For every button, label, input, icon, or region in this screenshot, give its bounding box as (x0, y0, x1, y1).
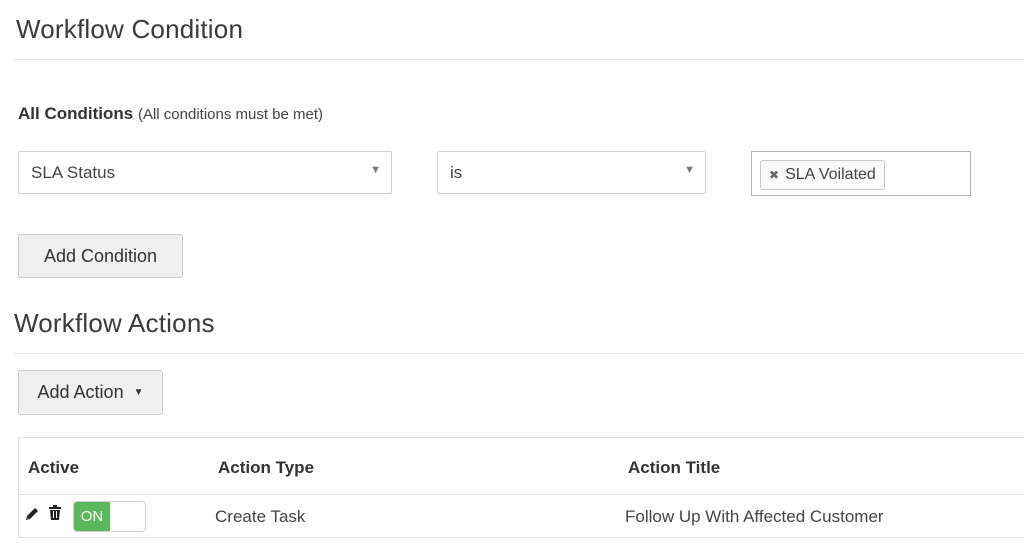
divider (14, 59, 1024, 60)
caret-down-icon: ▼ (133, 387, 144, 398)
all-conditions-label: All Conditions (18, 104, 134, 123)
trash-icon[interactable] (48, 505, 64, 521)
condition-field-select[interactable]: SLA Status ▼ (18, 151, 392, 194)
column-header-action-title: Action Title (628, 458, 721, 477)
column-header-action-type: Action Type (218, 458, 315, 477)
table-header: Active Action Type Action Title (19, 438, 1024, 495)
actions-table: Active Action Type Action Title ON Creat… (18, 437, 1024, 538)
table-row: ON Create Task Follow Up With Affected C… (19, 495, 1024, 538)
pencil-icon[interactable] (24, 506, 40, 522)
value-tag-label: SLA Voilated (785, 166, 876, 183)
condition-value-input[interactable]: ✖ SLA Voilated (751, 151, 971, 196)
workflow-condition-title: Workflow Condition (16, 14, 244, 44)
caret-down-icon: ▼ (684, 164, 695, 176)
add-action-label: Add Action (37, 382, 124, 402)
add-action-button[interactable]: Add Action ▼ (18, 370, 163, 415)
divider (14, 353, 1024, 354)
all-conditions-sub: (All conditions must be met) (137, 106, 324, 123)
workflow-actions-title: Workflow Actions (14, 308, 215, 338)
caret-down-icon: ▼ (370, 164, 381, 176)
action-title-cell[interactable]: Follow Up With Affected Customer (625, 507, 884, 527)
column-header-active: Active (28, 458, 80, 477)
all-conditions-heading: All Conditions (All conditions must be m… (18, 104, 323, 124)
active-toggle[interactable]: ON (73, 501, 146, 532)
action-type-cell: Create Task (215, 507, 306, 526)
condition-field-value: SLA Status (31, 162, 116, 182)
toggle-on-label: ON (74, 502, 110, 531)
add-condition-button[interactable]: Add Condition (18, 234, 183, 278)
value-tag: ✖ SLA Voilated (760, 160, 885, 190)
condition-operator-value: is (450, 162, 463, 182)
close-icon[interactable]: ✖ (769, 168, 779, 182)
add-condition-label: Add Condition (43, 245, 158, 266)
condition-operator-select[interactable]: is ▼ (437, 151, 706, 194)
